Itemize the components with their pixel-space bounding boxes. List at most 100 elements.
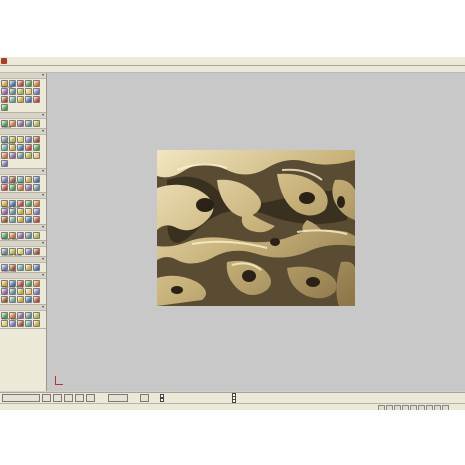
tool-button[interactable] bbox=[9, 208, 16, 215]
tool-button[interactable] bbox=[1, 88, 8, 95]
cube-button[interactable] bbox=[75, 394, 84, 402]
tool-button[interactable] bbox=[17, 232, 24, 239]
tool-button[interactable] bbox=[33, 280, 40, 287]
axis-button[interactable] bbox=[64, 394, 73, 402]
tool-button[interactable] bbox=[1, 152, 8, 159]
tool-button[interactable] bbox=[33, 296, 40, 303]
tool-button[interactable] bbox=[25, 144, 32, 151]
tool-button[interactable] bbox=[25, 248, 32, 255]
tool-button[interactable] bbox=[25, 216, 32, 223]
tool-button[interactable] bbox=[1, 96, 8, 103]
tool-button[interactable] bbox=[17, 136, 24, 143]
tool-button[interactable] bbox=[25, 296, 32, 303]
tool-button[interactable] bbox=[17, 120, 24, 127]
view-mode-button[interactable] bbox=[2, 394, 40, 402]
tool-panel-header[interactable]: Surfaces bbox=[0, 129, 46, 145]
tool-button[interactable] bbox=[9, 88, 16, 95]
tool-button[interactable] bbox=[9, 320, 16, 327]
tool-button[interactable] bbox=[17, 264, 24, 271]
tool-panel-header[interactable]: Points bbox=[0, 113, 46, 129]
tool-button[interactable] bbox=[17, 184, 24, 191]
tool-panel-header[interactable]: Detail Ops bbox=[0, 225, 46, 241]
tool-button[interactable] bbox=[17, 96, 24, 103]
3d-viewport[interactable] bbox=[47, 73, 465, 391]
tool-button[interactable] bbox=[33, 88, 40, 95]
tool-button[interactable] bbox=[33, 80, 40, 87]
tool-button[interactable] bbox=[33, 144, 40, 151]
tool-button[interactable] bbox=[17, 208, 24, 215]
tool-button[interactable] bbox=[17, 216, 24, 223]
tool-button[interactable] bbox=[17, 144, 24, 151]
tool-button[interactable] bbox=[25, 80, 32, 87]
rotate-button[interactable] bbox=[86, 394, 95, 402]
tool-button[interactable] bbox=[25, 88, 32, 95]
tool-button[interactable] bbox=[17, 88, 24, 95]
tool-button[interactable] bbox=[33, 96, 40, 103]
tool-button[interactable] bbox=[9, 152, 16, 159]
shade-button[interactable] bbox=[53, 394, 62, 402]
tool-button[interactable] bbox=[33, 232, 40, 239]
tool-button[interactable] bbox=[17, 152, 24, 159]
tool-button[interactable] bbox=[25, 288, 32, 295]
tool-panel-header[interactable]: Curves bbox=[0, 73, 46, 89]
tool-button[interactable] bbox=[25, 120, 32, 127]
tool-button[interactable] bbox=[25, 232, 32, 239]
tool-button[interactable] bbox=[1, 208, 8, 215]
tool-button[interactable] bbox=[1, 184, 8, 191]
tool-button[interactable] bbox=[17, 296, 24, 303]
tool-button[interactable] bbox=[33, 216, 40, 223]
tool-button[interactable] bbox=[33, 120, 40, 127]
tool-button[interactable] bbox=[25, 184, 32, 191]
tool-button[interactable] bbox=[33, 152, 40, 159]
tool-button[interactable] bbox=[17, 80, 24, 87]
tool-button[interactable] bbox=[9, 296, 16, 303]
tool-button[interactable] bbox=[33, 176, 40, 183]
tool-panel-label: Free Edit Tools bbox=[2, 285, 24, 289]
tool-button[interactable] bbox=[25, 280, 32, 287]
tool-button[interactable] bbox=[9, 184, 16, 191]
tool-button[interactable] bbox=[1, 320, 8, 327]
option-2[interactable] bbox=[160, 398, 165, 402]
tool-panel-header[interactable]: Form Tools bbox=[0, 305, 46, 321]
tool-button[interactable] bbox=[25, 96, 32, 103]
tool-button[interactable] bbox=[25, 208, 32, 215]
tool-button[interactable] bbox=[33, 208, 40, 215]
tool-button[interactable] bbox=[33, 200, 40, 207]
tool-button[interactable] bbox=[1, 296, 8, 303]
tool-button[interactable] bbox=[17, 312, 24, 319]
tool-panel-header[interactable]: Point Ops bbox=[0, 257, 46, 273]
grid-button[interactable] bbox=[140, 394, 149, 402]
tool-panel-header[interactable]: Combined Edit bbox=[0, 169, 46, 185]
tool-button[interactable] bbox=[25, 312, 32, 319]
tool-button[interactable] bbox=[17, 288, 24, 295]
tool-button[interactable] bbox=[9, 216, 16, 223]
tool-panel-header[interactable]: Deform Tools bbox=[0, 241, 46, 257]
tool-button[interactable] bbox=[33, 312, 40, 319]
tool-button[interactable] bbox=[1, 104, 8, 111]
tool-button[interactable] bbox=[1, 160, 8, 167]
tool-button[interactable] bbox=[1, 216, 8, 223]
tool-button[interactable] bbox=[33, 264, 40, 271]
tool-button[interactable] bbox=[33, 320, 40, 327]
tool-button[interactable] bbox=[33, 288, 40, 295]
tool-button[interactable] bbox=[25, 320, 32, 327]
tool-button[interactable] bbox=[9, 96, 16, 103]
tool-button[interactable] bbox=[33, 136, 40, 143]
tool-button[interactable] bbox=[9, 144, 16, 151]
tool-panel-header[interactable]: Image Tools bbox=[0, 193, 46, 209]
tool-button[interactable] bbox=[25, 152, 32, 159]
tool-button[interactable] bbox=[25, 136, 32, 143]
tool-button[interactable] bbox=[25, 200, 32, 207]
trabecular-bone-model[interactable] bbox=[47, 73, 465, 391]
tool-button[interactable] bbox=[1, 144, 8, 151]
tool-button[interactable] bbox=[9, 288, 16, 295]
tool-button[interactable] bbox=[33, 184, 40, 191]
tool-button[interactable] bbox=[17, 320, 24, 327]
tool-button[interactable] bbox=[33, 248, 40, 255]
snap-button[interactable] bbox=[108, 394, 128, 402]
render-button[interactable] bbox=[42, 394, 51, 402]
tool-button[interactable] bbox=[25, 176, 32, 183]
tool-button[interactable] bbox=[25, 264, 32, 271]
tool-button[interactable] bbox=[1, 288, 8, 295]
tool-panel-header[interactable]: Free Edit Tools bbox=[0, 273, 46, 289]
